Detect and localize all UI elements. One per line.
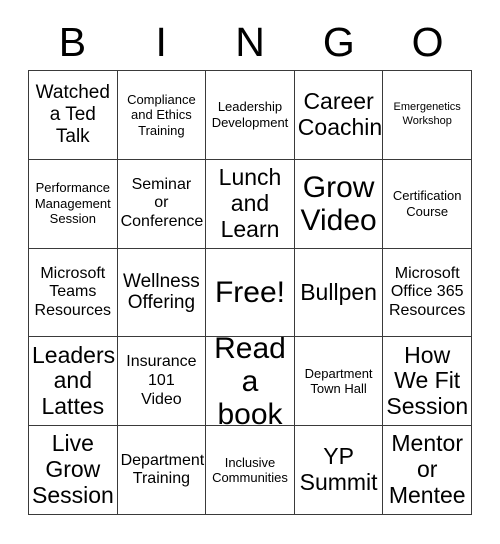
- bingo-cell[interactable]: Career Coaching: [294, 71, 384, 160]
- bingo-cell[interactable]: Live Grow Session: [29, 426, 118, 515]
- bingo-header-letter-b: B: [58, 18, 87, 65]
- bingo-cell[interactable]: Mentor or Mentee: [383, 426, 472, 515]
- bingo-cell[interactable]: Leaders and Lattes: [29, 337, 118, 427]
- bingo-cell-label: Lunch and Learn: [218, 164, 282, 242]
- bingo-cell[interactable]: Certification Course: [383, 159, 472, 249]
- bingo-cell-label: Mentor or Mentee: [388, 430, 466, 508]
- bingo-cell-label: Department Training: [120, 451, 205, 488]
- bingo-cell[interactable]: YP Summit: [294, 426, 384, 515]
- bingo-cell[interactable]: Microsoft Office 365 Resources: [383, 248, 472, 338]
- bingo-cell-label: Microsoft Office 365 Resources: [388, 264, 466, 319]
- bingo-cell[interactable]: Performance Management Session: [29, 159, 118, 249]
- bingo-cell[interactable]: Leadership Development: [206, 71, 295, 160]
- bingo-header-letter-o: O: [411, 18, 444, 65]
- bingo-cell-label: Wellness Offering: [123, 270, 200, 314]
- bingo-cell-label: Live Grow Session: [32, 430, 114, 508]
- bingo-cell[interactable]: Department Training: [117, 426, 207, 515]
- bingo-cell-label: Grow Video: [300, 170, 377, 237]
- bingo-header-row: B I N G O: [28, 14, 472, 70]
- bingo-cell[interactable]: Watched a Ted Talk: [29, 71, 118, 160]
- bingo-cell-label: Leadership Development: [211, 99, 289, 130]
- bingo-cell-label: Watched a Ted Talk: [35, 82, 110, 147]
- bingo-cell[interactable]: Department Town Hall: [294, 337, 384, 427]
- bingo-cell[interactable]: Lunch and Learn: [206, 159, 295, 249]
- bingo-header-letter-g: G: [322, 18, 355, 65]
- bingo-cell-label: Department Town Hall: [304, 365, 373, 397]
- bingo-cell[interactable]: Free!: [206, 248, 295, 338]
- bingo-cell-label: Emergenetics Workshop: [393, 101, 461, 127]
- bingo-cell[interactable]: Compliance and Ethics Training: [117, 71, 207, 160]
- bingo-cell-label: Insurance 101 Video: [126, 353, 197, 408]
- bingo-cell[interactable]: Microsoft Teams Resources: [29, 248, 118, 338]
- bingo-cell-label: Inclusive Communities: [212, 454, 288, 486]
- bingo-cell-label: Career Coaching: [297, 88, 383, 140]
- bingo-cell[interactable]: Read a book: [206, 337, 295, 427]
- bingo-cell-label: How We Fit Session: [386, 341, 469, 420]
- bingo-cell-label: Seminar or Conference: [120, 175, 204, 230]
- bingo-cell[interactable]: Grow Video: [294, 159, 384, 249]
- bingo-card: B I N G O Watched a Ted Talk Compliance a…: [0, 0, 500, 544]
- bingo-cell[interactable]: Bullpen: [294, 248, 384, 338]
- bingo-cell-label: Microsoft Teams Resources: [34, 264, 112, 319]
- bingo-cell-label: Bullpen: [300, 278, 377, 305]
- bingo-cell-label: Certification Course: [392, 188, 462, 219]
- bingo-cell[interactable]: Wellness Offering: [117, 248, 207, 338]
- bingo-cell[interactable]: Seminar or Conference: [117, 159, 207, 249]
- bingo-grid: Watched a Ted Talk Compliance and Ethics …: [28, 70, 472, 515]
- bingo-cell[interactable]: Inclusive Communities: [206, 426, 295, 515]
- bingo-cell-label: YP Summit: [299, 443, 378, 496]
- bingo-cell[interactable]: Emergenetics Workshop: [383, 71, 472, 160]
- bingo-cell-label: Performance Management Session: [34, 180, 111, 227]
- bingo-header-letter-n: N: [235, 18, 265, 65]
- bingo-header-letter-i: I: [155, 18, 167, 65]
- bingo-cell[interactable]: How We Fit Session: [383, 337, 472, 427]
- bingo-cell[interactable]: Insurance 101 Video: [117, 337, 207, 427]
- bingo-cell-label: Read a book: [214, 337, 286, 427]
- bingo-cell-label: Compliance and Ethics Training: [127, 91, 196, 138]
- bingo-cell-label: Free!: [214, 275, 285, 309]
- bingo-cell-label: Leaders and Lattes: [32, 341, 116, 420]
